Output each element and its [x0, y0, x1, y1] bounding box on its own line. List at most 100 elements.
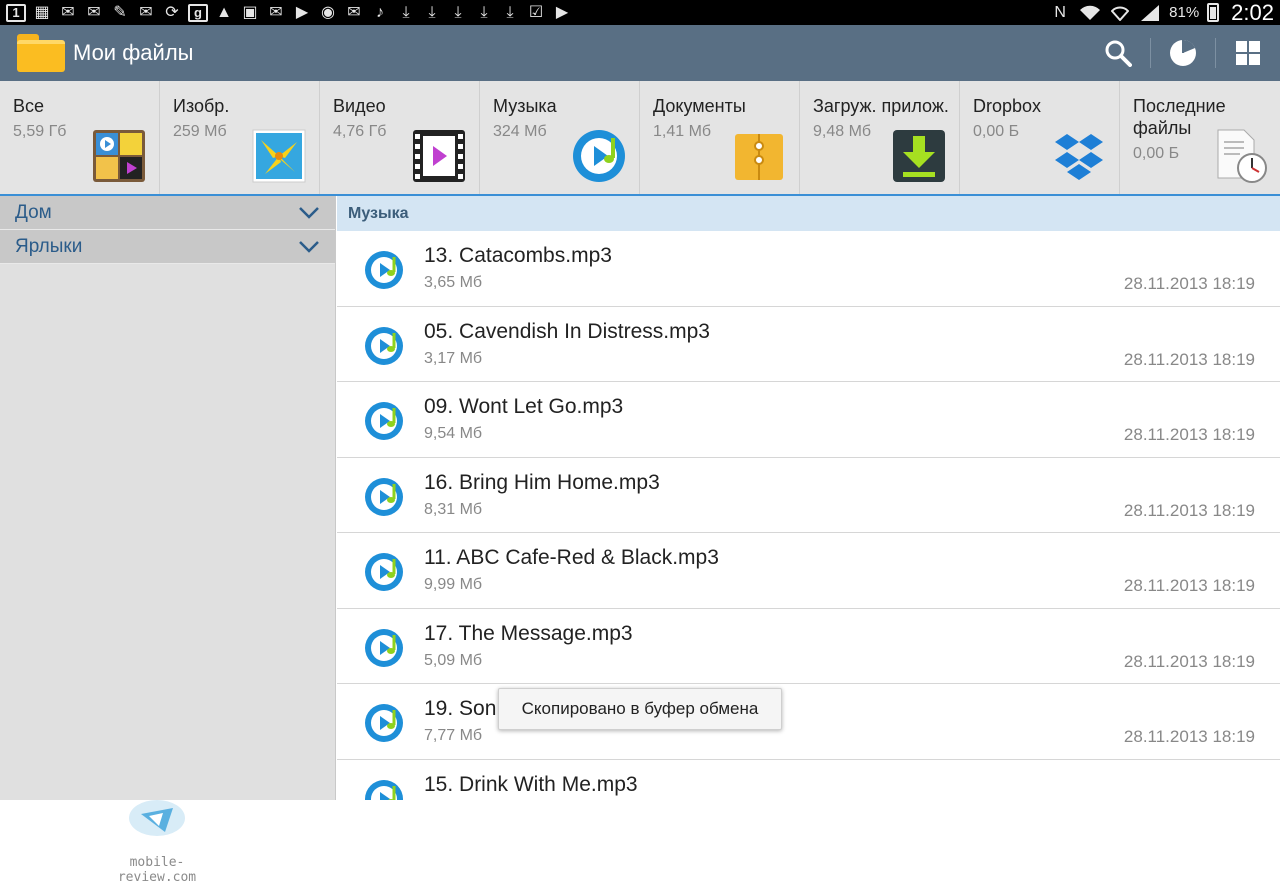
google-plus-icon: g	[188, 3, 208, 22]
file-date: 28.11.2013 18:19	[1123, 274, 1255, 293]
status-bar: 1 ▦ ✉ ✉ ✎ ✉ ⟳ g ▲ ▣ ✉ ▶ ◉ ✉ ♪ ⤓ ⤓ ⤓ ⤓ ⤓ …	[0, 0, 1280, 25]
gmail-icon: ✉	[347, 3, 361, 21]
tab-label: Все	[13, 96, 45, 116]
action-bar: Мои файлы	[0, 25, 1280, 81]
recent-files-icon	[1217, 129, 1267, 183]
tab-music[interactable]: Музыка 324 Мб	[480, 81, 640, 194]
download-icon: ⤓	[402, 3, 410, 21]
mobile-review-logo-icon	[129, 800, 185, 836]
app-title: Мои файлы	[73, 40, 194, 65]
download-icon: ⤓	[428, 3, 436, 21]
storage-pie-icon	[1170, 40, 1196, 66]
music-file-icon	[365, 628, 403, 667]
file-name: 11. ABC Cafe-Red & Black.mp3	[424, 546, 719, 569]
category-tabs: Все 5,59 Гб Изобр. 259 Мб Видео 4,76 Гб	[0, 81, 1280, 196]
music-file-icon	[365, 326, 403, 365]
downloaded-apps-icon	[893, 130, 945, 182]
signal-icon	[1139, 4, 1161, 22]
chevron-down-icon	[299, 240, 319, 253]
tab-label: Dropbox	[973, 96, 1042, 116]
grid-view-icon	[1236, 41, 1260, 65]
tab-all[interactable]: Все 5,59 Гб	[0, 81, 160, 194]
action-buttons	[1086, 25, 1280, 81]
section-header: Музыка	[337, 196, 1280, 231]
file-size: 3,65 Мб	[424, 274, 483, 291]
tab-dropbox[interactable]: Dropbox 0,00 Б	[960, 81, 1120, 194]
clock: 2:02	[1231, 0, 1274, 25]
folder-icon[interactable]	[17, 34, 65, 72]
download-icon: ⤓	[480, 3, 488, 21]
file-name: 13. Catacombs.mp3	[424, 244, 612, 267]
file-row[interactable]: 15. Drink With Me.mp3	[337, 760, 1280, 800]
tab-recent-files[interactable]: Последние файлы 0,00 Б	[1120, 81, 1280, 194]
chevron-down-icon	[299, 206, 319, 219]
storage-button[interactable]	[1151, 25, 1215, 81]
twitter-icon: ♪	[376, 3, 384, 21]
view-mode-button[interactable]	[1216, 25, 1280, 81]
tab-label: Видео	[333, 96, 386, 116]
sidebar-item-shortcuts[interactable]: Ярлыки	[0, 230, 335, 264]
music-icon	[573, 130, 625, 182]
download-icon: ⤓	[506, 3, 514, 21]
watermark: mobile-review.com	[102, 796, 212, 885]
dropbox-icon	[1055, 134, 1103, 180]
tab-video[interactable]: Видео 4,76 Гб	[320, 81, 480, 194]
file-row[interactable]: 09. Wont Let Go.mp3 9,54 Мб 28.11.2013 1…	[337, 382, 1280, 458]
file-date: 28.11.2013 18:19	[1123, 500, 1255, 520]
mail-icon: ✉	[61, 3, 75, 21]
file-row[interactable]: 16. Bring Him Home.mp3 8,31 Мб 28.11.201…	[337, 458, 1280, 533]
sidebar-item-label: Ярлыки	[15, 235, 83, 257]
file-date: 28.11.2013 18:19	[1123, 349, 1255, 369]
search-icon	[1105, 40, 1132, 67]
video-icon	[413, 130, 465, 182]
notification-1-icon: 1	[6, 3, 26, 22]
notification-icons: 1 ▦ ✉ ✉ ✎ ✉ ⟳ g ▲ ▣ ✉ ▶ ◉ ✉ ♪ ⤓ ⤓ ⤓ ⤓ ⤓ …	[6, 0, 572, 25]
images-icon	[252, 129, 306, 183]
tab-downloaded-apps[interactable]: Загруж. прилож. 9,48 Мб	[800, 81, 960, 194]
voice-icon: ◉	[321, 3, 335, 21]
sidebar-item-label: Дом	[15, 201, 52, 223]
watermark-text: mobile-review.com	[117, 855, 197, 885]
battery-icon	[1207, 3, 1220, 22]
file-size: 9,54 Мб	[424, 425, 483, 442]
file-size: 5,09 Мб	[424, 651, 483, 669]
tab-label: Изобр.	[173, 96, 230, 116]
file-row[interactable]: 11. ABC Cafe-Red & Black.mp3 9,99 Мб 28.…	[337, 533, 1280, 609]
toast-message: Скопировано в буфер обмена	[498, 688, 782, 730]
download-icon: ⤓	[454, 3, 462, 21]
file-date: 28.11.2013 18:19	[1123, 651, 1255, 671]
file-size: 3,17 Мб	[424, 349, 483, 367]
file-date: 28.11.2013 18:19	[1123, 425, 1255, 444]
image-icon: ▣	[242, 3, 258, 21]
sidebar: Дом Ярлыки mobile-review.com	[0, 196, 336, 885]
play-store-icon: ▶	[555, 3, 569, 21]
music-file-icon	[365, 704, 403, 742]
wifi-alt-icon	[1109, 4, 1131, 22]
music-file-icon	[365, 553, 403, 591]
file-size: 9,99 Мб	[424, 576, 483, 593]
sidebar-item-home[interactable]: Дом	[0, 196, 335, 230]
search-button[interactable]	[1086, 25, 1150, 81]
file-name: 19. Son	[424, 697, 497, 720]
music-file-icon	[365, 251, 403, 289]
checkbox-icon: ☑	[528, 3, 544, 21]
mail-alt-icon: ✉	[269, 3, 283, 21]
tab-label: Музыка	[493, 96, 557, 116]
file-date: 28.11.2013 18:19	[1123, 727, 1255, 746]
warning-icon: ▲	[216, 3, 232, 21]
tab-label: Загруж. прилож.	[813, 96, 949, 116]
file-name: 09. Wont Let Go.mp3	[424, 395, 624, 418]
file-date: 28.11.2013 18:19	[1123, 576, 1255, 595]
file-row[interactable]: 19. Son 7,77 Мб 28.11.2013 18:19	[337, 684, 1280, 760]
music-file-icon	[365, 477, 403, 516]
all-files-icon	[93, 130, 145, 182]
sync-icon: ⟳	[165, 3, 179, 21]
file-row[interactable]: 17. The Message.mp3 5,09 Мб 28.11.2013 1…	[337, 609, 1280, 684]
file-size: 7,77 Мб	[424, 727, 483, 744]
file-row[interactable]: 13. Catacombs.mp3 3,65 Мб 28.11.2013 18:…	[337, 231, 1280, 307]
tab-label: Документы	[653, 96, 746, 116]
tab-documents[interactable]: Документы 1,41 Мб	[640, 81, 800, 194]
tab-images[interactable]: Изобр. 259 Мб	[160, 81, 320, 194]
wifi-icon	[1079, 4, 1101, 22]
file-row[interactable]: 05. Cavendish In Distress.mp3 3,17 Мб 28…	[337, 307, 1280, 382]
